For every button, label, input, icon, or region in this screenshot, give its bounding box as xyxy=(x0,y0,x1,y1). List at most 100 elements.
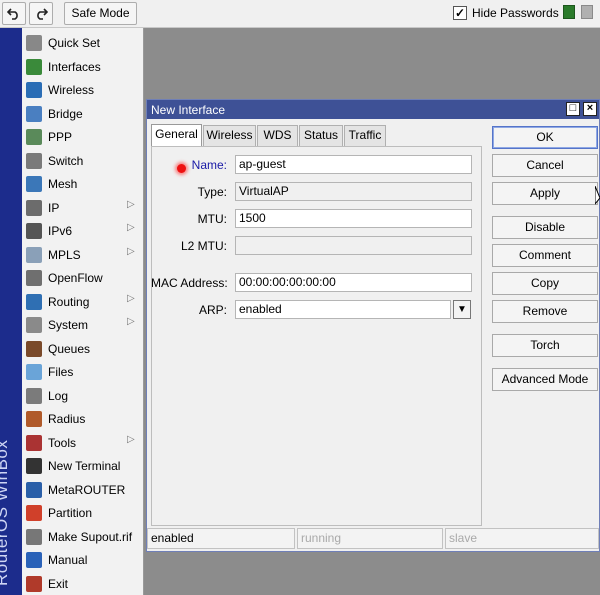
sidebar-item-radius[interactable]: Radius xyxy=(22,407,144,430)
arp-select[interactable]: enabled xyxy=(235,300,451,319)
sidebar-item-label: IP xyxy=(48,200,60,215)
sidebar-item-manual[interactable]: Manual xyxy=(22,548,144,571)
ip-icon xyxy=(26,199,42,216)
sidebar-item-label: Quick Set xyxy=(48,36,101,50)
sidebar-item-label: PPP xyxy=(48,130,73,144)
ppp-icon xyxy=(26,129,42,145)
dialog-title-bar[interactable]: New Interface □ × xyxy=(147,100,599,119)
sidebar-item-bridge[interactable]: Bridge xyxy=(22,102,144,125)
sidebar-item-system[interactable]: System ▷ xyxy=(22,313,144,336)
maximize-button[interactable]: □ xyxy=(566,102,580,116)
sidebar-item-openflow[interactable]: OpenFlow xyxy=(22,266,144,289)
apply-button[interactable]: Apply xyxy=(492,182,598,205)
safe-mode-button[interactable]: Safe Mode xyxy=(64,2,137,25)
copy-button[interactable]: Copy xyxy=(492,272,598,295)
sidebar-item-ppp[interactable]: PPP xyxy=(22,125,144,148)
maximize-icon: □ xyxy=(569,102,577,114)
openflow-icon xyxy=(26,270,42,286)
system-icon xyxy=(26,317,42,333)
sidebar-item-mpls[interactable]: MPLS ▷ xyxy=(22,243,144,266)
hide-passwords-checkbox[interactable]: ✓ xyxy=(453,6,467,20)
bridge-icon xyxy=(26,105,42,122)
sidebar-item-log[interactable]: Log xyxy=(22,384,144,407)
brand-label: RouterOS WinBox xyxy=(0,439,11,586)
disable-button[interactable]: Disable xyxy=(492,216,598,239)
sidebar-item-new-terminal[interactable]: New Terminal xyxy=(22,454,144,477)
close-icon: × xyxy=(586,102,594,114)
secure-lock-icon xyxy=(563,5,575,19)
sidebar-item-quick-set[interactable]: Quick Set xyxy=(22,31,144,54)
sidebar-item-label: Bridge xyxy=(48,106,83,121)
type-label: Type: xyxy=(197,185,227,199)
sidebar-item-label: OpenFlow xyxy=(48,271,103,285)
partition-icon xyxy=(26,505,42,521)
mac-address-field[interactable]: 00:00:00:00:00:00 xyxy=(235,273,472,292)
l2mtu-field xyxy=(235,236,472,255)
sidebar-item-label: Wireless xyxy=(48,83,95,97)
switch-icon xyxy=(26,152,42,169)
ok-button[interactable]: OK xyxy=(492,126,598,149)
inactive-lock-icon xyxy=(581,5,593,19)
mac-address-label: MAC Address: xyxy=(151,276,228,290)
mtu-label: MTU: xyxy=(197,212,227,226)
name-field[interactable]: ap-guest xyxy=(235,155,472,174)
advanced-mode-button[interactable]: Advanced Mode xyxy=(492,368,598,391)
sidebar-item-files[interactable]: Files xyxy=(22,360,144,383)
routing-icon xyxy=(26,293,42,310)
mtu-field[interactable]: 1500 xyxy=(235,209,472,228)
redo-button[interactable] xyxy=(29,2,53,25)
close-button[interactable]: × xyxy=(583,102,597,116)
arp-dropdown-button[interactable]: ▼ xyxy=(453,300,471,319)
cancel-button[interactable]: Cancel xyxy=(492,154,598,177)
sidebar-item-switch[interactable]: Switch xyxy=(22,149,144,172)
sidebar-item-make-supout-rif[interactable]: Make Supout.rif xyxy=(22,525,144,548)
sidebar-item-mesh[interactable]: Mesh xyxy=(22,172,144,195)
submenu-arrow-icon: ▷ xyxy=(127,198,135,210)
status-enabled: enabled xyxy=(147,528,295,549)
submenu-arrow-icon: ▷ xyxy=(127,292,135,304)
sidebar-item-label: Mesh xyxy=(48,177,78,191)
sidebar-item-ipv6[interactable]: IPv6 ▷ xyxy=(22,219,144,242)
sidebar-item-wireless[interactable]: Wireless xyxy=(22,78,144,101)
radius-icon xyxy=(26,411,42,427)
required-marker-icon xyxy=(177,164,186,173)
undo-button[interactable] xyxy=(2,2,26,25)
sidebar-item-routing[interactable]: Routing ▷ xyxy=(22,290,144,313)
tab-wds[interactable]: WDS xyxy=(257,125,298,146)
tab-status[interactable]: Status xyxy=(299,125,343,146)
sidebar-item-label: Radius xyxy=(48,412,86,426)
submenu-arrow-icon: ▷ xyxy=(127,222,135,233)
top-toolbar: Safe Mode ✓ Hide Passwords xyxy=(0,0,600,28)
sidebar-item-exit[interactable]: Exit xyxy=(22,572,144,595)
metarouter-icon xyxy=(26,481,42,498)
sidebar-item-label: New Terminal xyxy=(48,459,121,473)
status-running: running xyxy=(297,528,443,549)
tab-traffic[interactable]: Traffic xyxy=(344,125,386,146)
sidebar-item-tools[interactable]: Tools ▷ xyxy=(22,431,144,454)
tab-wireless[interactable]: Wireless xyxy=(203,125,256,146)
comment-button[interactable]: Comment xyxy=(492,244,598,267)
sidebar-item-queues[interactable]: Queues xyxy=(22,337,144,360)
torch-button[interactable]: Torch xyxy=(492,334,598,357)
ipv6-icon xyxy=(26,223,42,239)
sidebar-item-interfaces[interactable]: Interfaces xyxy=(22,55,144,78)
sidebar-item-label: Partition xyxy=(48,506,93,520)
dropdown-arrow-icon: ▼ xyxy=(457,304,467,315)
remove-button[interactable]: Remove xyxy=(492,300,598,323)
sidebar-item-partition[interactable]: Partition xyxy=(22,501,144,524)
sidebar-item-label: Manual xyxy=(48,553,88,567)
log-icon xyxy=(26,387,42,404)
sidebar-item-label: Exit xyxy=(48,576,69,591)
tab-general[interactable]: General xyxy=(151,124,202,147)
redo-icon xyxy=(37,8,48,20)
sidebar-item-label: IPv6 xyxy=(48,224,73,238)
sidebar-item-metarouter[interactable]: MetaROUTER xyxy=(22,478,144,501)
queues-icon xyxy=(26,340,42,357)
mesh-icon xyxy=(26,176,42,192)
interfaces-icon xyxy=(26,58,42,75)
sidebar-item-ip[interactable]: IP ▷ xyxy=(22,196,144,219)
arp-label: ARP: xyxy=(198,303,227,317)
supout-icon xyxy=(26,528,42,545)
files-icon xyxy=(26,364,42,380)
new-interface-dialog: New Interface □ × General Wireless WDS S… xyxy=(146,99,600,552)
